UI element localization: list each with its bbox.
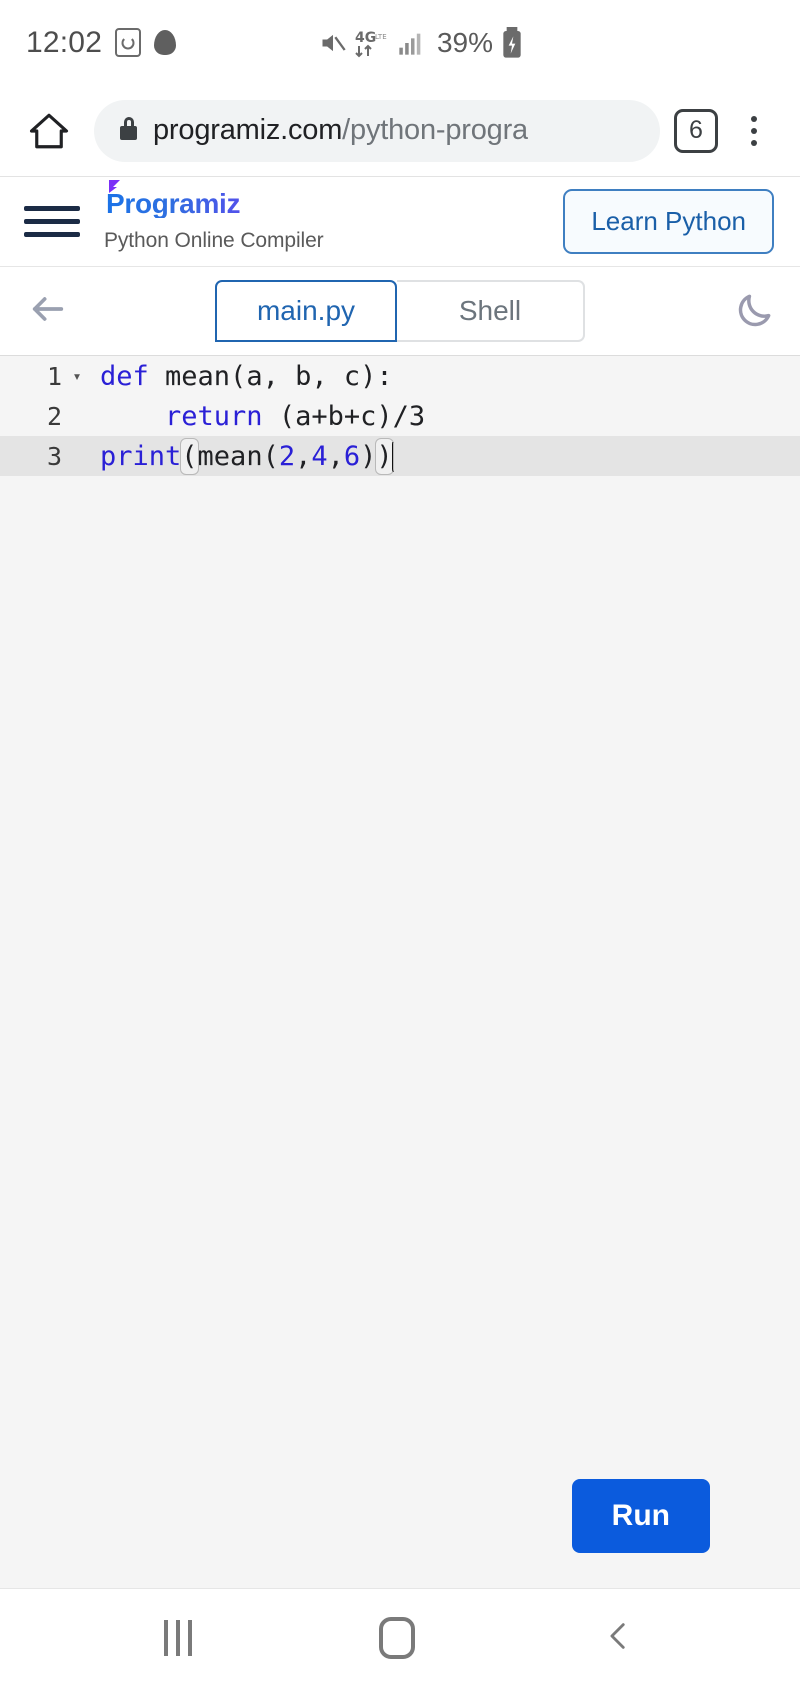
code-line-3[interactable]: 3 print(mean(2,4,6)) [0, 436, 800, 476]
svg-text:4G: 4G [355, 30, 376, 46]
lock-icon [120, 125, 137, 140]
site-subtitle: Python Online Compiler [104, 229, 324, 252]
moon-icon[interactable] [718, 289, 776, 333]
line2-rest: (a+b+c)/3 [262, 400, 426, 432]
status-bar: 12:02 4G LTE 39% [0, 0, 800, 85]
tab-count-button[interactable]: 6 [674, 108, 718, 153]
hamburger-menu-icon[interactable] [24, 206, 80, 237]
fold-toggle-icon[interactable]: ▾ [66, 368, 88, 384]
programiz-logo: Programiz [104, 180, 324, 219]
url-domain: programiz.com [153, 114, 343, 146]
snapchat-icon [154, 30, 177, 55]
code-line-2[interactable]: 2 return (a+b+c)/3 [0, 396, 800, 436]
network-4g-icon: 4G LTE [355, 30, 387, 57]
site-header: Programiz Python Online Compiler Learn P… [0, 177, 800, 267]
matching-bracket-close: ) [375, 437, 394, 475]
status-bar-left: 12:02 [26, 25, 177, 60]
editor-tabstrip: main.py Shell [0, 267, 800, 355]
learn-python-button[interactable]: Learn Python [563, 189, 774, 254]
keyword-return: return [165, 400, 263, 432]
line2-indent [100, 401, 165, 432]
tab-shell[interactable]: Shell [397, 280, 585, 342]
line-number: 3 [46, 441, 62, 471]
arg-3: 6 [343, 440, 361, 472]
code-line-text: def mean(a, b, c): [88, 361, 393, 392]
url-path: /python-progra [342, 114, 528, 146]
alarm-icon [115, 28, 142, 57]
code-line-text: return (a+b+c)/3 [88, 401, 425, 432]
comma-2: , [327, 440, 344, 472]
address-bar[interactable]: programiz.com/python-progra [94, 99, 660, 162]
home-nav-icon[interactable] [378, 1617, 415, 1659]
url-text: programiz.com/python-progra [153, 114, 528, 147]
call-mean: mean( [197, 440, 279, 472]
mute-icon [322, 34, 346, 51]
text-cursor [391, 441, 394, 472]
close-inner-paren: ) [360, 440, 377, 472]
file-tabs: main.py Shell [215, 280, 585, 342]
keyword-def: def [100, 360, 149, 392]
home-icon[interactable] [22, 104, 76, 158]
back-arrow-icon[interactable] [24, 289, 82, 334]
tab-main-py[interactable]: main.py [215, 280, 397, 342]
line1-rest: mean(a, b, c): [148, 360, 393, 392]
logo-text: Programiz [106, 188, 241, 219]
run-button[interactable]: Run [571, 1479, 710, 1553]
status-time: 12:02 [26, 25, 103, 59]
overflow-menu-icon[interactable] [730, 115, 778, 146]
signal-bars-icon [399, 33, 421, 55]
svg-text:LTE: LTE [375, 33, 387, 41]
brand[interactable]: Programiz Python Online Compiler [104, 180, 324, 253]
function-print: print [100, 440, 182, 472]
code-line-text: print(mean(2,4,6)) [88, 437, 394, 475]
recents-icon[interactable] [163, 1620, 192, 1656]
logo-arrow-icon [109, 180, 120, 193]
code-line-1[interactable]: 1 ▾ def mean(a, b, c): [0, 356, 800, 396]
battery-percent: 39% [436, 26, 493, 58]
comma-1: , [295, 440, 312, 472]
line-number: 2 [46, 401, 62, 431]
status-bar-right: 4G LTE 39% [318, 26, 524, 59]
matching-bracket-open: ( [180, 437, 199, 475]
back-nav-icon[interactable] [602, 1614, 636, 1663]
android-nav-bar [0, 1588, 800, 1687]
browser-toolbar: programiz.com/python-progra 6 [0, 85, 800, 177]
line-number: 1 [46, 361, 62, 391]
code-editor[interactable]: 1 ▾ def mean(a, b, c): 2 return (a+b+c)/… [0, 355, 800, 1588]
arg-2: 4 [311, 440, 328, 472]
battery-charging-icon [503, 26, 521, 58]
arg-1: 2 [278, 440, 296, 472]
